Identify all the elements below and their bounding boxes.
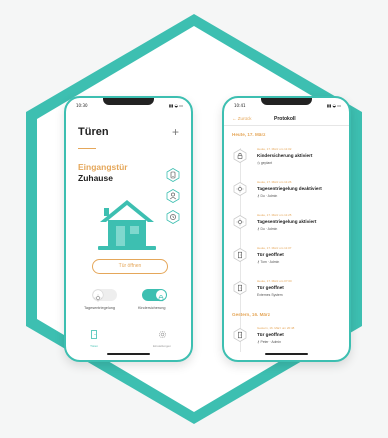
- nav-item-settings[interactable]: Einstellungen: [148, 326, 176, 348]
- users-button[interactable]: [166, 189, 180, 203]
- status-time: 10:30: [76, 103, 88, 108]
- entry-meta: Heute, 17. März um 07:00: [257, 279, 292, 283]
- add-door-button[interactable]: +: [172, 125, 179, 139]
- log-entry[interactable]: Heute, 17. März um 11:02 Kindersicherung…: [224, 143, 349, 171]
- log-title: Protokoll: [274, 116, 296, 122]
- toggle-knob: [93, 290, 103, 302]
- home-indicator: [265, 353, 308, 355]
- log-entry[interactable]: Gestern, 16. März um 20:48 Tür geöffnet …: [224, 322, 349, 350]
- entry-meta: Heute, 17. März um 11:25: [257, 213, 292, 217]
- phone-notch: [103, 98, 154, 105]
- status-icons: ▮▮ ◒ ▭: [326, 103, 341, 108]
- entry-icon-hex: [233, 215, 247, 229]
- history-button[interactable]: [166, 210, 180, 224]
- entry-meta: Heute, 17. März um 11:07: [257, 246, 292, 250]
- page-title: Türen: [78, 126, 109, 138]
- home-indicator: [107, 353, 150, 355]
- entry-title: Tür geöffnet: [257, 252, 284, 257]
- sun-icon: [94, 294, 102, 302]
- entry-icon-hex: [233, 281, 247, 295]
- status-time: 10:41: [234, 103, 246, 108]
- door-icon: [91, 330, 97, 339]
- gear-icon: [158, 330, 166, 339]
- phone-notch: [261, 98, 312, 105]
- entry-detail: ◷ geplant: [257, 161, 273, 165]
- phone-log-screen: 10:41 ▮▮ ◒ ▭ ← Zurück Protokoll Heute, 1…: [222, 96, 351, 362]
- section-heading-today: Heute, 17. März: [232, 132, 266, 137]
- day-unlock-label: Tagesentriegelung: [84, 306, 116, 310]
- plus-icon: +: [171, 125, 179, 139]
- entry-detail: ⚷ Tom · Admin: [257, 260, 280, 264]
- section-heading-yesterday: Gestern, 16. März: [232, 312, 271, 317]
- entry-detail: ⚷ Peter · Admin: [257, 340, 281, 344]
- child-lock-label: Kindersicherung: [138, 306, 166, 310]
- accent-divider: [78, 148, 96, 149]
- house-illustration: [98, 200, 156, 250]
- entry-meta: Heute, 17. März um 11:26: [257, 180, 292, 184]
- entry-title: Tür geöffnet: [257, 332, 284, 337]
- entry-meta: Gestern, 16. März um 20:48: [257, 326, 295, 330]
- status-icons: ▮▮ ◒ ▭: [168, 103, 183, 108]
- nav-label: Türen: [90, 344, 98, 348]
- entry-meta: Heute, 17. März um 11:02: [257, 147, 292, 151]
- toggle-knob: [156, 290, 166, 302]
- presentation-stage: 10:30 ▮▮ ◒ ▭ Türen + Eingangstür Zuhause: [0, 0, 388, 438]
- entry-detail: ⚷ Du · Admin: [257, 227, 278, 231]
- log-entry[interactable]: Heute, 17. März um 11:25 Tagesentriegelu…: [224, 209, 349, 237]
- door-location: Zuhause: [78, 173, 113, 183]
- entry-title: Tagesentriegelung deaktiviert: [257, 186, 322, 191]
- nav-item-doors[interactable]: Türen: [82, 326, 106, 348]
- entry-icon-hex: [233, 149, 247, 163]
- log-entry[interactable]: Heute, 17. März um 11:26 Tagesentriegelu…: [224, 176, 349, 204]
- log-entry[interactable]: Heute, 17. März um 07:00 Tür geöffnet Ex…: [224, 275, 349, 303]
- entry-icon-hex: [233, 248, 247, 262]
- entry-detail: ⚷ Du · Admin: [257, 194, 278, 198]
- lock-icon: [158, 295, 164, 302]
- day-unlock-toggle[interactable]: [92, 289, 117, 302]
- entry-icon-hex: [233, 328, 247, 342]
- open-door-label: Tür öffnen: [118, 263, 142, 269]
- open-door-button[interactable]: Tür öffnen: [92, 259, 168, 274]
- log-entry[interactable]: Heute, 17. März um 11:07 Tür geöffnet ⚷ …: [224, 242, 349, 270]
- nav-label: Einstellungen: [152, 344, 171, 348]
- entry-title: Tagesentriegelung aktiviert: [257, 219, 317, 224]
- entry-detail: Externes System: [257, 293, 283, 297]
- entry-title: Tür geöffnet: [257, 285, 284, 290]
- header-divider: [224, 125, 349, 126]
- entry-icon-hex: [233, 182, 247, 196]
- child-lock-toggle[interactable]: [142, 289, 167, 302]
- door-name: Eingangstür: [78, 162, 128, 172]
- back-link[interactable]: ← Zurück: [232, 116, 252, 121]
- entry-title: Kindersicherung aktiviert: [257, 153, 313, 158]
- intercom-button[interactable]: [166, 168, 180, 182]
- phone-doors-screen: 10:30 ▮▮ ◒ ▭ Türen + Eingangstür Zuhause: [64, 96, 193, 362]
